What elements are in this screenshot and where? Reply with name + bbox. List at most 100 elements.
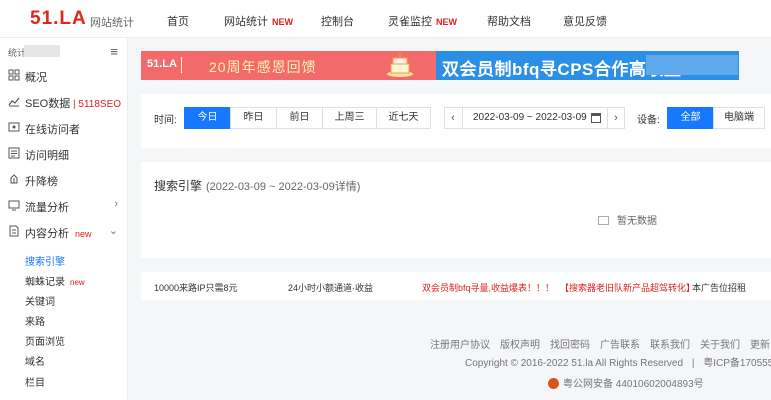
blurred-banner-region [646, 55, 738, 75]
device-pc-button[interactable]: 电脑端 [713, 107, 765, 129]
footer-link-ad-contact[interactable]: 广告联系 [600, 340, 640, 351]
sidebar-item-label: 流量分析 [25, 202, 69, 214]
site-logo[interactable]: 51.LA [30, 9, 87, 28]
time-last-wednesday-button[interactable]: 上周三 [322, 107, 377, 129]
monitor-icon [8, 199, 20, 211]
banner-divider [181, 57, 182, 73]
cake-icon [385, 53, 415, 78]
footer-link-copyright[interactable]: 版权声明 [500, 340, 540, 351]
banner-logo: 51.LA [147, 58, 177, 70]
device-label: 设备: [637, 115, 660, 126]
sidebar: 统计 ≡ 概况 SEO数据 | 5118SEO 在线访问者 访问明细 升降榜 流… [0, 38, 128, 400]
footer-link-contact[interactable]: 联系我们 [650, 340, 690, 351]
sidebar-item-label: 概况 [25, 72, 47, 84]
sidebar-item-label: SEO数据 [25, 98, 71, 110]
nav-site-stats[interactable]: 网站统计 NEW [224, 13, 293, 29]
nav-help[interactable]: 帮助文档 [487, 13, 531, 29]
panel-title: 搜索引擎 (2022-03-09 ~ 2022-03-09详情) [154, 177, 360, 194]
nav-monitor[interactable]: 灵雀监控 NEW [388, 13, 457, 29]
divider [462, 108, 463, 128]
chevron-right-icon: › [114, 198, 118, 210]
nav-home-label: 首页 [167, 16, 189, 28]
sidebar-item-traffic[interactable]: 流量分析 › [8, 198, 122, 216]
rank-icon [8, 173, 20, 185]
sidebar-sub-domain[interactable]: 域名 [25, 353, 45, 368]
date-range-value: 2022-03-09 ~ 2022-03-09 [473, 112, 587, 123]
collapse-menu-icon[interactable]: ≡ [110, 44, 118, 59]
text-ad-link[interactable]: 24小时小额通道·收益 [288, 281, 373, 294]
new-badge: new [70, 278, 85, 287]
site-selector[interactable]: 统计 ≡ [8, 42, 120, 62]
sidebar-sub-pageviews[interactable]: 页面浏览 [25, 333, 65, 348]
nav-feedback[interactable]: 意见反馈 [563, 13, 607, 29]
footer-link-about[interactable]: 关于我们 [700, 340, 740, 351]
anniversary-banner: 51.LA 20周年感恩回馈 [141, 51, 436, 80]
banner-anniversary-text: 20周年感恩回馈 [209, 59, 317, 75]
sidebar-item-seo[interactable]: SEO数据 | 5118SEO [8, 94, 122, 112]
chevron-right-icon[interactable]: › [608, 108, 624, 128]
new-badge: NEW [272, 17, 293, 27]
nav-console-label: 控制台 [321, 16, 354, 28]
empty-state: 暂无数据 [598, 212, 657, 227]
sidebar-sub-keywords[interactable]: 关键词 [25, 293, 55, 308]
panel-title-text: 搜索引擎 [154, 179, 203, 193]
sidebar-item-overview[interactable]: 概况 [8, 68, 122, 86]
chevron-left-icon[interactable]: ‹ [445, 108, 461, 128]
chevron-down-icon: ⌄ [108, 225, 118, 237]
new-badge: new [75, 229, 92, 239]
sidebar-sub-referrer[interactable]: 来路 [25, 313, 45, 328]
sidebar-sub-spider[interactable]: 蜘蛛记录 new [25, 273, 85, 288]
nav-home[interactable]: 首页 [167, 13, 189, 29]
empty-box-icon [598, 216, 609, 225]
empty-state-text: 暂无数据 [617, 216, 657, 227]
footer-link-changelog[interactable]: 更新日志 [750, 340, 771, 351]
footer-link-recover-password[interactable]: 找回密码 [550, 340, 590, 351]
search-engine-panel: 搜索引擎 (2022-03-09 ~ 2022-03-09详情) 暂无数据 [141, 162, 771, 258]
calendar-icon[interactable] [591, 113, 601, 123]
sidebar-sub-search-engine[interactable]: 搜索引擎 [25, 253, 65, 268]
text-ad-link[interactable]: 10000来路IP只需8元 [154, 281, 238, 294]
seo5118-link[interactable]: | 5118SEO [70, 99, 121, 110]
time-today-button[interactable]: 今日 [184, 107, 231, 129]
icp-link[interactable]: 粤ICP备17055553号 [703, 358, 771, 369]
sidebar-sub-column[interactable]: 栏目 [25, 374, 45, 389]
sidebar-item-content[interactable]: 内容分析 new ⌄ [8, 224, 122, 242]
date-range-picker[interactable]: ‹ 2022-03-09 ~ 2022-03-09 › [444, 107, 625, 129]
top-navbar: 51.LA 网站统计 首页 网站统计 NEW 控制台 灵雀监控 NEW 帮助文档 意… [0, 0, 771, 38]
time-label: 时间: [154, 115, 177, 126]
new-badge: NEW [436, 17, 457, 27]
copyright-text: Copyright © 2016-2022 51.la All Rights R… [465, 358, 684, 369]
online-icon [8, 121, 20, 133]
nav-monitor-label: 灵雀监控 [388, 16, 432, 28]
sidebar-item-rank[interactable]: 升降榜 [8, 172, 122, 190]
text-ad-link[interactable]: 双会员制bfq寻量,收益爆表！！！ [422, 281, 554, 294]
nav-console[interactable]: 控制台 [321, 13, 354, 29]
nav-help-label: 帮助文档 [487, 16, 531, 28]
device-all-button[interactable]: 全部 [667, 107, 714, 129]
time-day-before-button[interactable]: 前日 [276, 107, 323, 129]
sidebar-item-label: 内容分析 [25, 228, 69, 240]
text-ad-link[interactable]: 本广告位招租 [692, 281, 746, 294]
text-ads-row: 10000来路IP只需8元 24小时小额通道·收益 双会员制bfq寻量,收益爆表… [141, 272, 771, 300]
sidebar-item-label: 升降榜 [25, 176, 58, 188]
sidebar-item-online[interactable]: 在线访问者 [8, 120, 122, 138]
document-icon [8, 225, 20, 237]
nav-feedback-label: 意见反馈 [563, 16, 607, 28]
promo-banner[interactable]: 51.LA 20周年感恩回馈 双会员制bfq寻CPS合作高收益 [141, 51, 739, 80]
sidebar-item-label: 访问明细 [25, 150, 69, 162]
text-ad-link[interactable]: 【搜索器老旧队新产品超驾转化】 [560, 281, 695, 294]
copyright-line: Copyright © 2016-2022 51.la All Rights R… [465, 354, 771, 369]
sidebar-item-visit-detail[interactable]: 访问明细 [8, 146, 122, 164]
police-record-text: 粤公网安备 44010602004893号 [563, 379, 704, 390]
footer-divider: | [691, 358, 695, 369]
footer-link-agreement[interactable]: 注册用户协议 [430, 340, 490, 351]
grid-icon [8, 69, 20, 81]
footer-links: 注册用户协议版权声明找回密码广告联系联系我们关于我们更新日志 [430, 336, 771, 351]
time-yesterday-button[interactable]: 昨日 [230, 107, 277, 129]
chart-line-icon [8, 95, 20, 107]
logo-subtitle: 网站统计 [90, 17, 134, 29]
blurred-site-name [24, 45, 60, 57]
sidebar-sub-label: 蜘蛛记录 [25, 277, 65, 288]
police-record[interactable]: 粤公网安备 44010602004893号 [548, 375, 704, 390]
time-last-seven-days-button[interactable]: 近七天 [376, 107, 431, 129]
